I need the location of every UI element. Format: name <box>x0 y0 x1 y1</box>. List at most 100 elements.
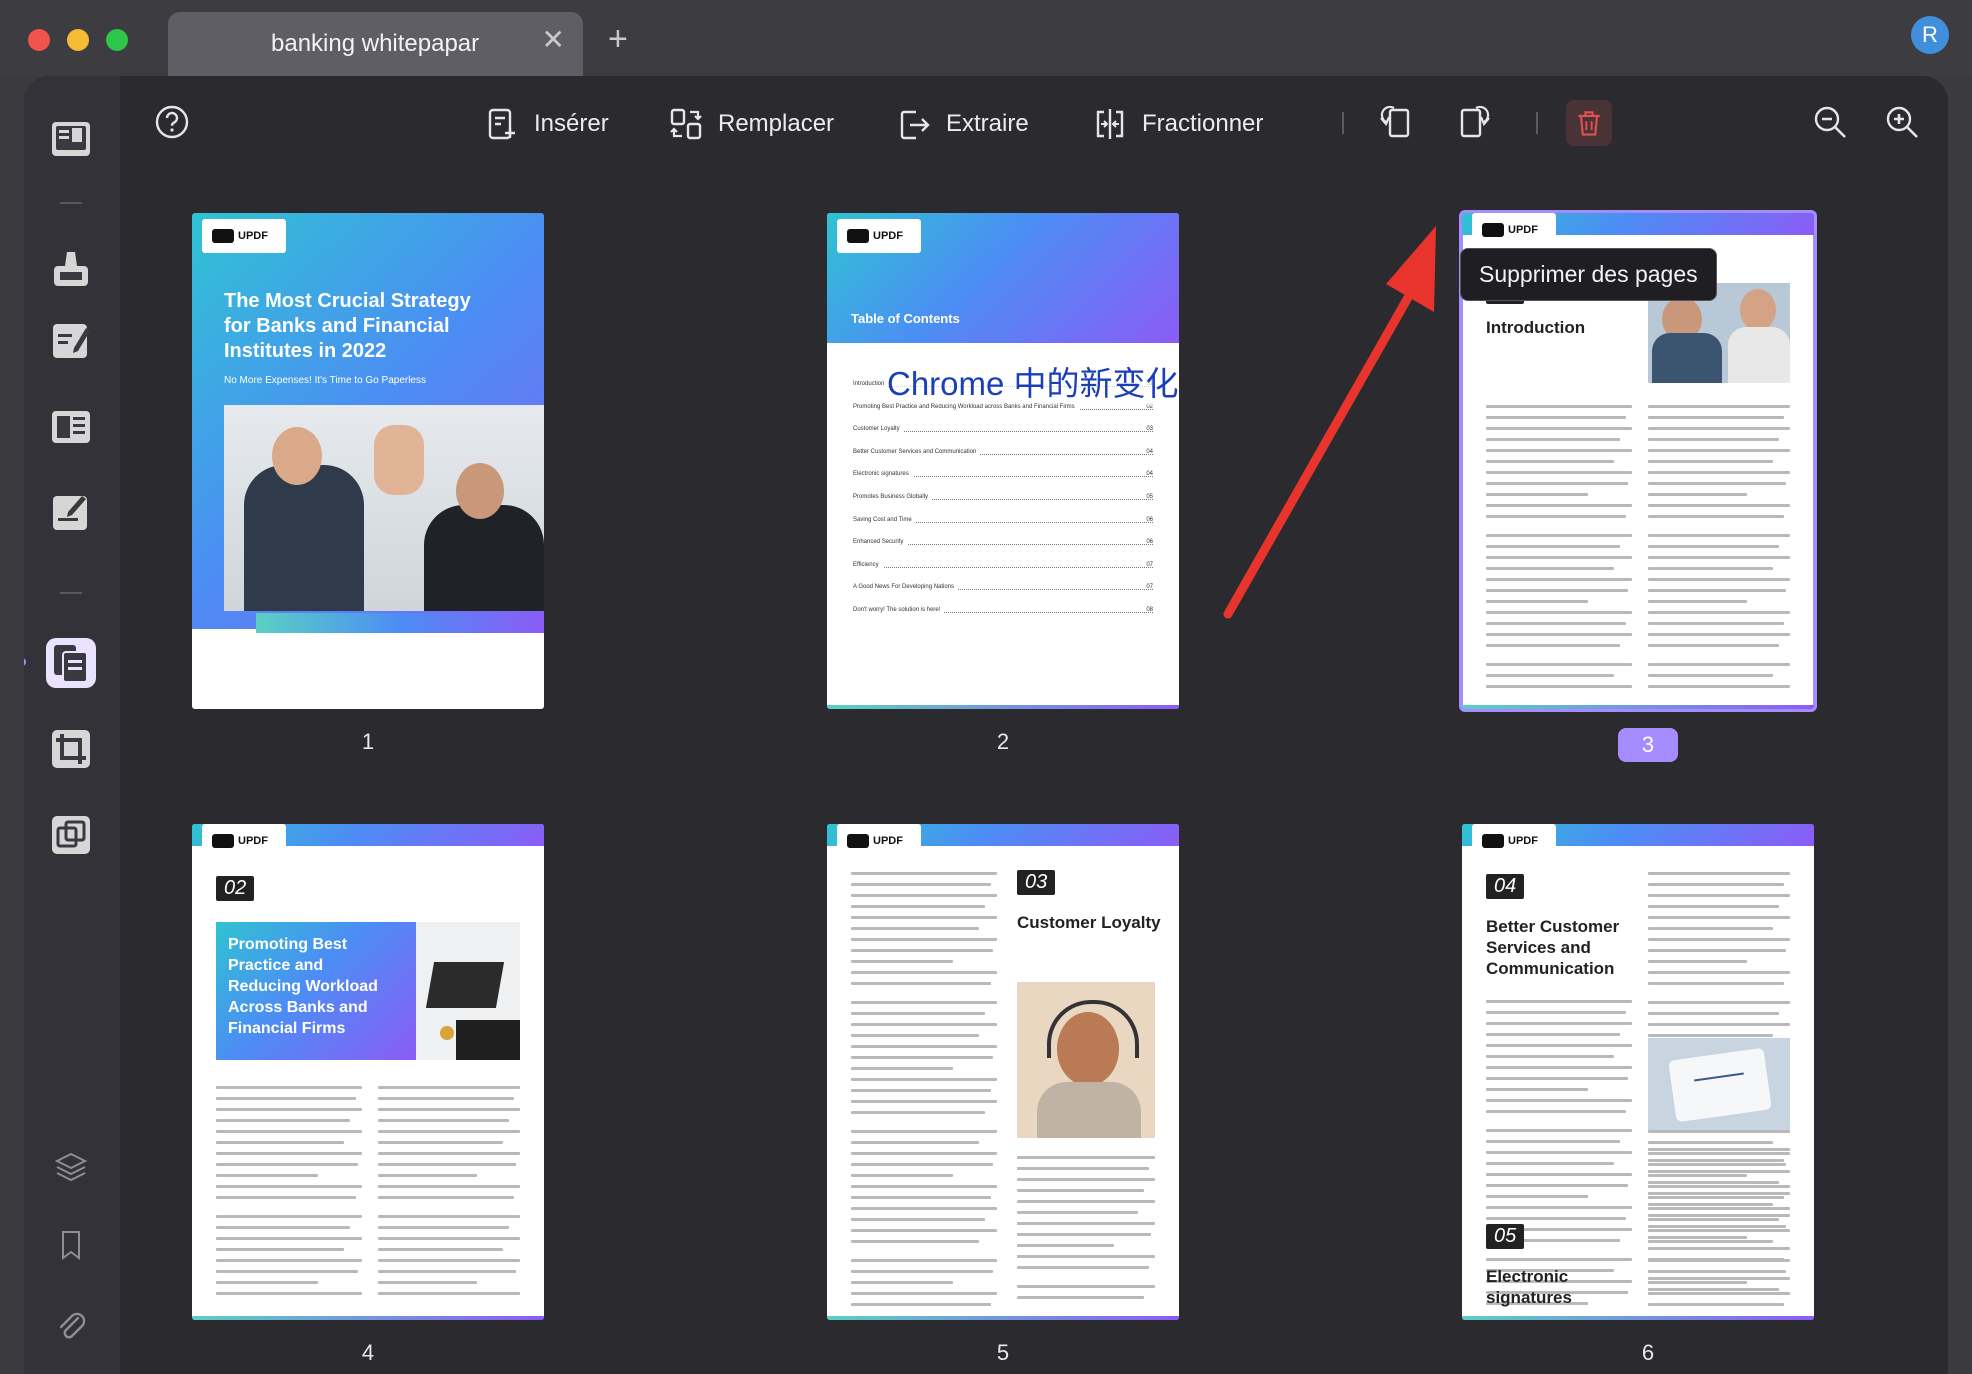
toc-page-number: 03 <box>1142 426 1153 433</box>
toc-page-number: 07 <box>1142 561 1153 568</box>
page-thumbnail-1[interactable]: UPDF The Most Crucial Strategy for Banks… <box>192 213 544 709</box>
page-thumbnail-4[interactable]: UPDF 02 Promoting Best Practice and Redu… <box>192 824 544 1320</box>
toc-heading: Table of Contents <box>851 311 960 326</box>
replace-button[interactable]: Remplacer <box>668 98 834 150</box>
toc-page-number: 04 <box>1142 471 1153 478</box>
sign-mode-button[interactable] <box>46 488 96 538</box>
section-title: Introduction <box>1486 318 1586 337</box>
toc-label: A Good News For Developing Nations <box>853 584 959 591</box>
body-text-left <box>1486 405 1632 696</box>
toc-page-number: 08 <box>1142 607 1153 613</box>
section-number: 04 <box>1486 874 1525 899</box>
page-1-title: The Most Crucial Strategy for Banks and … <box>224 290 471 362</box>
edit-mode-button[interactable] <box>46 316 96 366</box>
extract-page-icon <box>900 110 930 140</box>
rotate-left-icon[interactable] <box>1374 102 1414 142</box>
section-number: 03 <box>1017 870 1056 895</box>
replace-label: Remplacer <box>718 110 835 137</box>
section-title: Promoting Best Practice and Reducing Wor… <box>228 936 378 1037</box>
page-toolbar: Insérer Remplacer Extraire Fractionner <box>120 76 1948 176</box>
body-text-left <box>851 872 997 1314</box>
toc-label: Promoting Best Practice and Reducing Wor… <box>853 403 1079 410</box>
left-sidebar <box>24 76 120 1374</box>
toc-row: Better Customer Services and Communicati… <box>853 448 1153 461</box>
extract-label: Extraire <box>946 110 1029 137</box>
body-text-right <box>1017 1156 1155 1307</box>
updf-logo: UPDF <box>837 219 921 253</box>
page-thumbnail-6[interactable]: UPDF 04 Better Customer Services and Com… <box>1462 824 1814 1320</box>
toc-label: Efficiency <box>853 561 883 568</box>
page-1-subtitle: No More Expenses! It's Time to Go Paperl… <box>224 375 426 386</box>
toc-row: Customer Loyalty 03 <box>853 426 1153 438</box>
attachment-icon[interactable] <box>54 1308 88 1342</box>
organize-pages-button[interactable] <box>46 638 96 688</box>
page-number-2: 2 <box>996 729 1010 754</box>
page-number-6: 6 <box>1641 1340 1655 1365</box>
toc-page-number: 06 <box>1142 539 1153 546</box>
body-text-right <box>378 1086 520 1303</box>
watermark-button[interactable] <box>46 810 96 860</box>
toc-label: Electronic signatures <box>853 471 913 478</box>
maximize-window-button[interactable] <box>106 29 128 51</box>
insert-label: Insérer <box>534 110 609 137</box>
toc-label: Better Customer Services and Communicati… <box>853 448 981 455</box>
organize-pages-icon <box>54 645 88 683</box>
reader-mode-button[interactable] <box>46 114 96 164</box>
section-title: Customer Loyalty <box>1017 913 1161 932</box>
body-text-left <box>216 1086 362 1303</box>
updf-logo: UPDF <box>1472 213 1556 247</box>
close-window-button[interactable] <box>28 29 50 51</box>
call-center-photo <box>1017 982 1155 1138</box>
page-number-5: 5 <box>996 1340 1010 1365</box>
extract-button[interactable]: Extraire <box>896 98 1029 150</box>
crop-pages-button[interactable] <box>46 724 96 774</box>
layers-icon[interactable] <box>54 1150 88 1184</box>
toc-label: Don't worry! The solution is here! <box>853 607 945 613</box>
delete-pages-button[interactable] <box>1566 100 1612 146</box>
help-icon[interactable] <box>152 102 192 142</box>
crop-icon <box>52 730 90 768</box>
book-icon <box>52 122 90 156</box>
user-avatar[interactable]: R <box>1911 16 1949 54</box>
bookmark-icon[interactable] <box>54 1228 88 1262</box>
zoom-out-icon[interactable] <box>1810 102 1850 142</box>
insert-button[interactable]: Insérer <box>484 98 609 150</box>
body-text-right <box>1648 405 1790 696</box>
toc-page-number: 04 <box>1142 448 1153 455</box>
form-mode-button[interactable] <box>46 402 96 452</box>
title-bar: banking whitepapar ✕ + R <box>0 0 1972 76</box>
toc-page-number: 05 <box>1142 494 1153 500</box>
split-button[interactable]: Fractionner <box>1092 98 1263 150</box>
page-thumbnail-5[interactable]: UPDF 03 Customer Loyalty <box>827 824 1179 1320</box>
toc-row: Efficiency 07 <box>853 561 1153 574</box>
tablet-signature-photo <box>1648 1038 1790 1130</box>
page-thumbnail-2[interactable]: UPDF Table of Contents Introduction01Pro… <box>827 213 1179 709</box>
page-number-3[interactable]: 3 <box>1618 728 1678 762</box>
page-number-1: 1 <box>361 729 375 754</box>
new-tab-button[interactable]: + <box>608 22 628 56</box>
toc-label: Introduction <box>853 381 889 387</box>
toc-row: Promoting Best Practice and Reducing Wor… <box>853 403 1153 416</box>
toc-label: Customer Loyalty <box>853 426 904 433</box>
section-title: Better Customer Services and Communicati… <box>1486 917 1620 978</box>
page-number-4: 4 <box>361 1340 375 1365</box>
updf-logo: UPDF <box>202 219 286 253</box>
rotate-right-icon[interactable] <box>1456 102 1496 142</box>
split-page-icon <box>1096 109 1124 139</box>
minimize-window-button[interactable] <box>67 29 89 51</box>
business-people-photo <box>224 405 544 611</box>
delete-pages-tooltip: Supprimer des pages <box>1460 248 1717 301</box>
zoom-in-icon[interactable] <box>1882 102 1922 142</box>
toc-row: Saving Cost and Time 06 <box>853 516 1153 529</box>
trash-icon <box>1578 111 1600 136</box>
insert-page-icon <box>488 108 515 140</box>
updf-logo: UPDF <box>837 824 921 858</box>
app-window: Insérer Remplacer Extraire Fractionner S… <box>24 76 1948 1374</box>
tab-close-icon[interactable]: ✕ <box>542 26 565 54</box>
section-title-b: Electronic signatures <box>1486 1267 1572 1307</box>
replace-page-icon <box>670 108 702 140</box>
toc-label: Saving Cost and Time <box>853 516 916 523</box>
sign-icon <box>53 496 87 530</box>
document-tab[interactable]: banking whitepapar ✕ <box>168 12 583 76</box>
highlight-mode-button[interactable] <box>46 242 96 292</box>
